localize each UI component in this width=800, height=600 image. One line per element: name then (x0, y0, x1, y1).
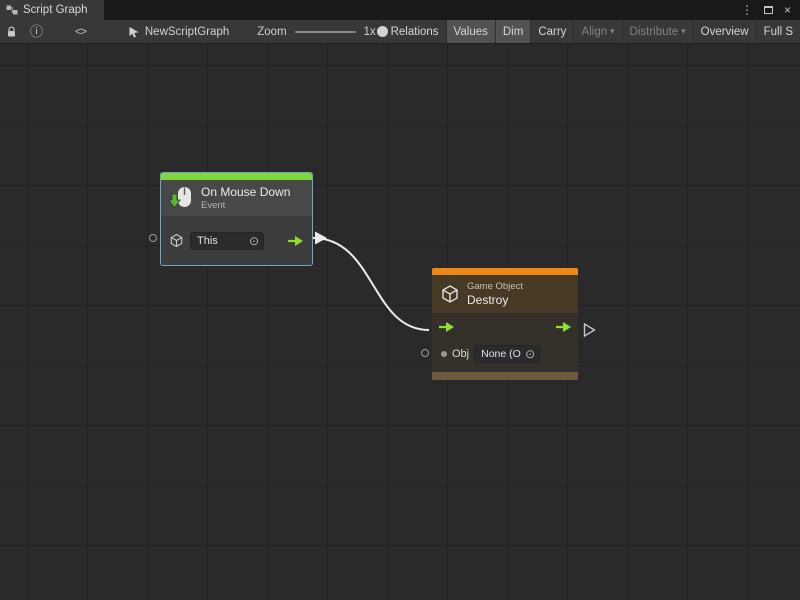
game-object-icon (169, 233, 184, 248)
titlebar: Script Graph ⋮ × (0, 0, 800, 20)
obj-field-value: None (O (481, 348, 521, 360)
destroy-obj-row: Obj None (O ⊙ (432, 340, 578, 368)
chevron-down-icon: ▾ (610, 26, 615, 37)
value-port-dot (441, 351, 447, 357)
distribute-button[interactable]: Distribute ▾ (622, 20, 693, 43)
menu-icon[interactable]: ⋮ (741, 3, 753, 17)
align-button[interactable]: Align ▾ (573, 20, 621, 43)
object-picker-icon[interactable]: ⊙ (249, 235, 259, 247)
event-target-port[interactable] (149, 234, 157, 242)
flow-output-port[interactable] (287, 235, 304, 247)
code-icon[interactable]: <> (75, 26, 86, 38)
node-title: Destroy (467, 293, 523, 307)
info-icon[interactable]: ⓘ (30, 25, 43, 38)
script-graph-icon (6, 4, 18, 16)
flow-output-port[interactable] (555, 321, 572, 333)
fullscreen-button[interactable]: Full S (756, 20, 800, 43)
titlebar-controls: ⋮ × (741, 0, 800, 20)
graph-canvas[interactable]: On Mouse Down Event This ⊙ (0, 44, 800, 600)
graph-asset-icon (128, 26, 140, 38)
tab-title: Script Graph (23, 4, 88, 16)
carry-button[interactable]: Carry (530, 20, 573, 43)
graph-toolbar: ⓘ <> NewScriptGraph Zoom 1x Relations Va… (0, 20, 800, 44)
destroy-node-footer (432, 372, 578, 380)
mouse-event-icon (168, 185, 194, 211)
node-destroy[interactable]: Game Object Destroy (432, 268, 578, 380)
obj-port-label: Obj (452, 348, 469, 360)
event-node-header: On Mouse Down Event (161, 180, 312, 216)
destroy-node-header: Game Object Destroy (432, 275, 578, 313)
tab-script-graph[interactable]: Script Graph (0, 0, 104, 20)
node-on-mouse-down[interactable]: On Mouse Down Event This ⊙ (161, 173, 312, 265)
zoom-value: 1x (363, 26, 375, 38)
obj-field[interactable]: None (O ⊙ (474, 345, 540, 363)
toolbar-buttons: Relations Values Dim Carry Align ▾ Distr… (383, 20, 800, 43)
graph-name: NewScriptGraph (145, 26, 229, 38)
values-button[interactable]: Values (446, 20, 495, 43)
destroy-accent-strip (432, 268, 578, 275)
node-subtitle: Event (201, 200, 290, 211)
event-node-titles: On Mouse Down Event (201, 185, 290, 211)
dim-button[interactable]: Dim (495, 20, 530, 43)
relations-button[interactable]: Relations (383, 20, 446, 43)
event-accent-strip (161, 173, 312, 180)
overview-button[interactable]: Overview (693, 20, 756, 43)
node-category: Game Object (467, 281, 523, 292)
zoom-slider-handle[interactable] (377, 26, 388, 37)
close-icon[interactable]: × (784, 3, 791, 17)
zoom-label: Zoom (257, 26, 286, 38)
zoom-slider[interactable] (295, 31, 357, 33)
game-object-icon (440, 284, 460, 304)
destroy-flow-row (432, 313, 578, 340)
node-title: On Mouse Down (201, 185, 290, 199)
maximize-icon[interactable] (764, 6, 773, 14)
destroy-node-titles: Game Object Destroy (467, 281, 523, 307)
target-field-value: This (197, 235, 218, 247)
graph-name-group[interactable]: NewScriptGraph (128, 26, 229, 38)
script-graph-window: Script Graph ⋮ × ⓘ <> NewScriptGraph Zoo… (0, 0, 800, 600)
destroy-obj-port[interactable] (421, 349, 429, 357)
connection-wire (0, 44, 800, 600)
object-picker-icon[interactable]: ⊙ (525, 348, 535, 360)
flow-input-port[interactable] (438, 321, 455, 333)
lock-icon[interactable] (6, 26, 17, 38)
target-field[interactable]: This ⊙ (190, 232, 264, 250)
chevron-down-icon: ▾ (681, 26, 686, 37)
event-node-body: This ⊙ (161, 216, 312, 265)
